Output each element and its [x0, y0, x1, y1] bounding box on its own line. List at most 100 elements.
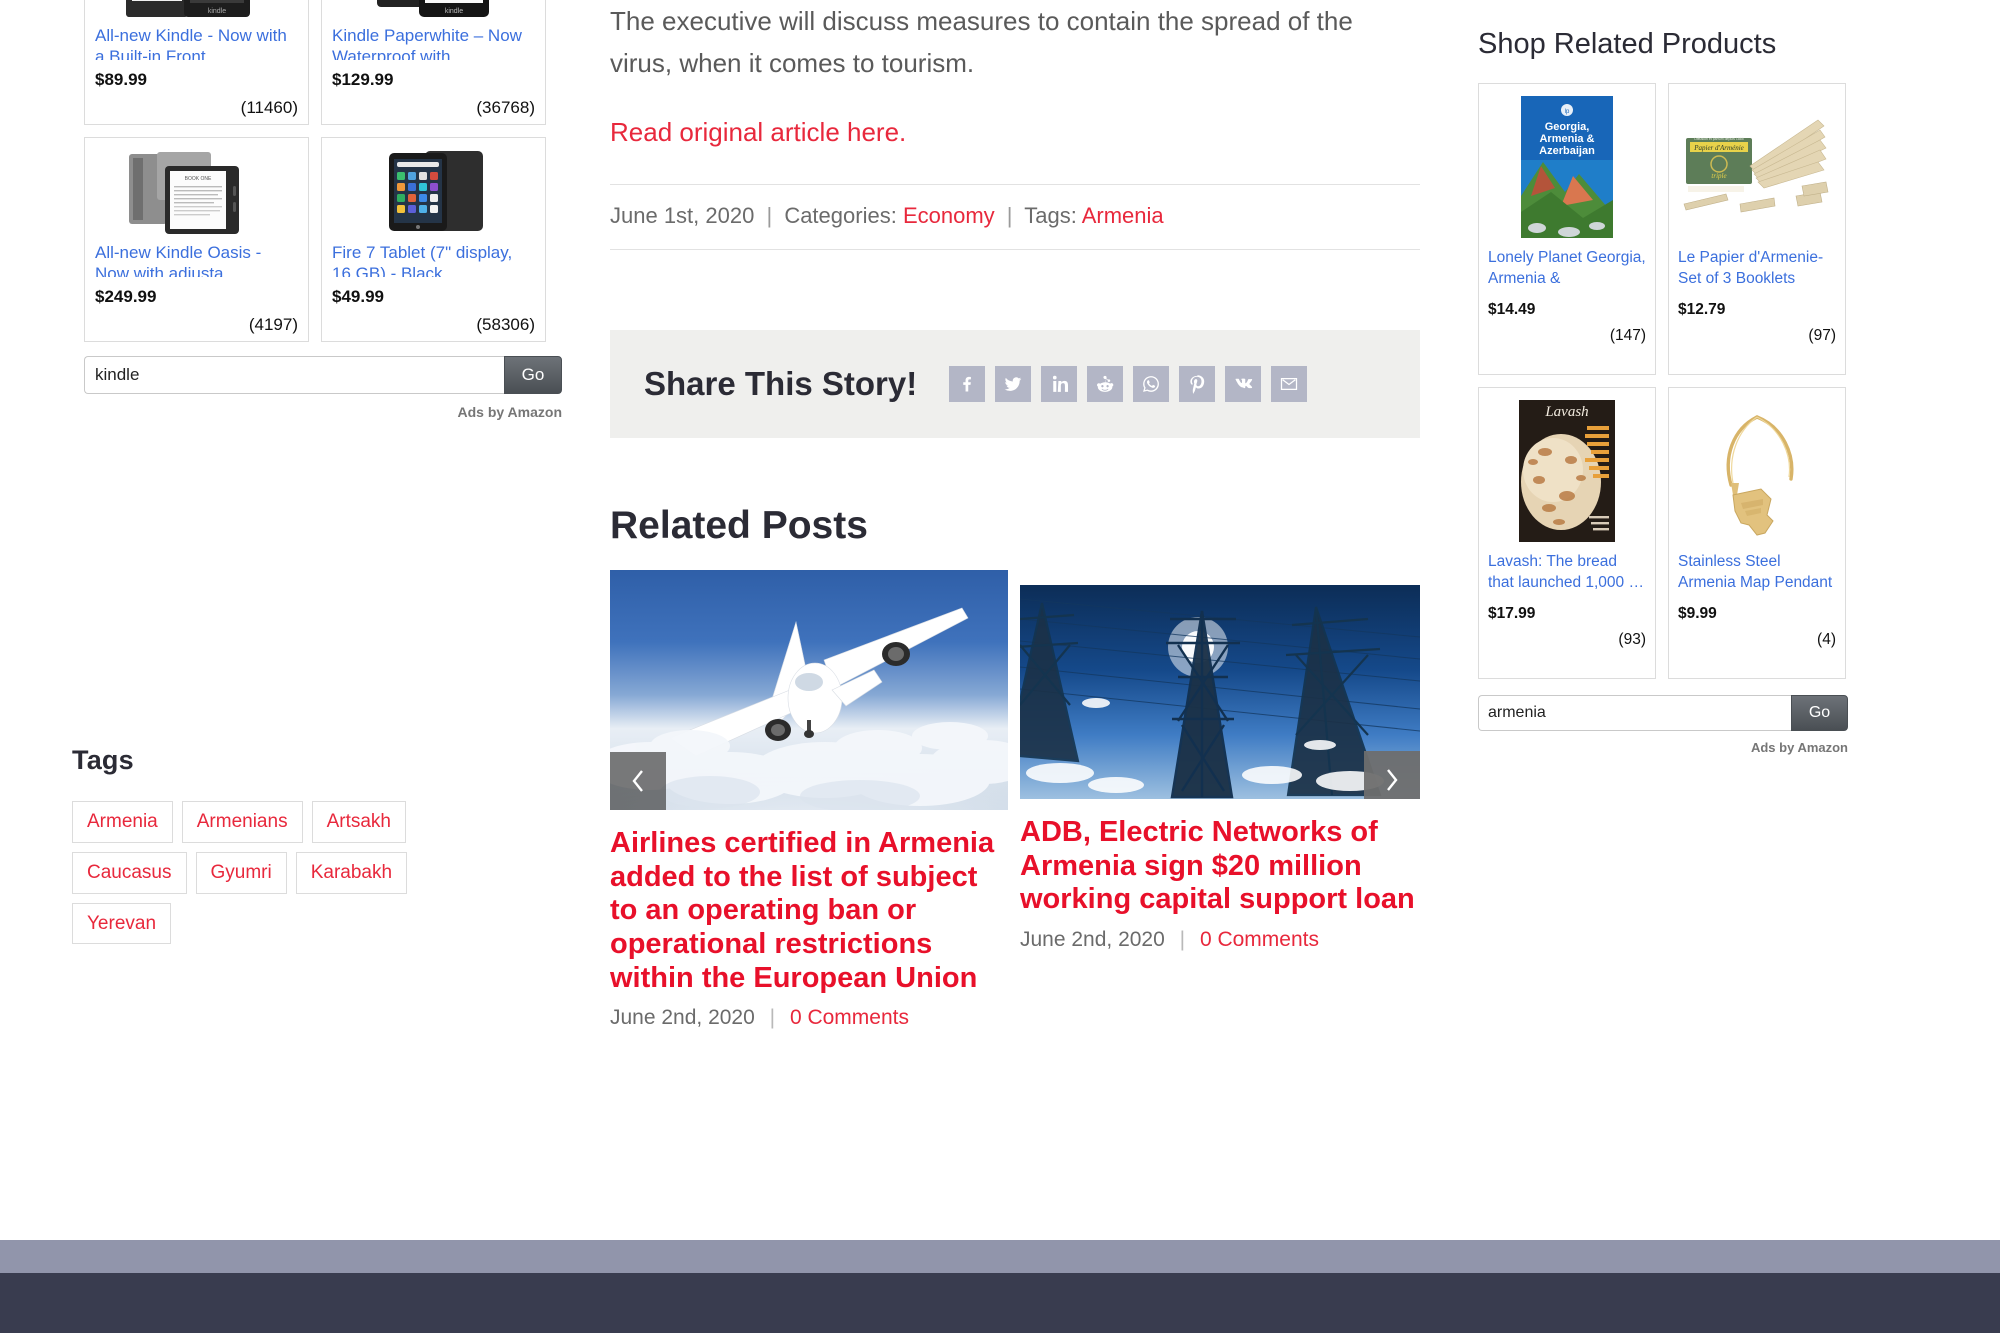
shop-product-price: $17.99 — [1488, 604, 1536, 622]
shop-product-price: $14.49 — [1488, 301, 1536, 318]
shop-product-title[interactable]: Lavash: The bread that launched 1,000 … — [1488, 552, 1646, 594]
electricity-pylons-image[interactable] — [1020, 585, 1420, 800]
shop-product-rating-count: (147) — [1609, 327, 1646, 344]
shop-product-price: $9.99 — [1678, 605, 1717, 622]
amazon-product-card[interactable]: kindle All-new Kindle - Now with a Built… — [84, 0, 309, 125]
email-icon[interactable] — [1271, 366, 1308, 403]
carousel-next-button[interactable] — [1364, 751, 1420, 800]
shop-product-card[interactable]: Stainless Steel Armenia Map Pendant Nec…… — [1668, 387, 1846, 679]
amazon-product-title[interactable]: All-new Kindle Oasis - Now with adjusta… — [95, 242, 298, 277]
shop-product-card[interactable]: Papier d'Arménie Diffusion et parfum dep… — [1668, 83, 1846, 375]
footer-light-band — [0, 1240, 2000, 1273]
shop-product-title[interactable]: Lonely Planet Georgia, Armenia & Azerbai… — [1488, 248, 1646, 290]
svg-text:kindle: kindle — [444, 8, 462, 15]
article-paragraph: The executive will discuss measures to c… — [610, 6, 1353, 79]
lavash-cookbook-image: Lavash — [1488, 396, 1646, 546]
tag-link[interactable]: Armenia — [1082, 203, 1164, 228]
tag-list: Armenia Armenians Artsakh Caucasus Gyumr… — [72, 801, 412, 945]
svg-text:triple: triple — [1711, 172, 1726, 180]
meta-separator: | — [766, 203, 773, 229]
read-original-article-link[interactable]: Read original article here. — [610, 117, 1420, 148]
tags-widget: Tags Armenia Armenians Artsakh Caucasus … — [72, 745, 512, 945]
footer-dark-band — [0, 1273, 2000, 1333]
share-this-story-box: Share This Story! — [610, 330, 1420, 439]
related-post-comments-link[interactable]: 0 Comments — [1200, 928, 1319, 951]
category-link[interactable]: Economy — [903, 203, 995, 228]
linkedin-icon[interactable] — [1041, 366, 1078, 403]
amazon-product-price: $49.99 — [332, 287, 384, 306]
svg-text:Armenia &: Armenia & — [1539, 133, 1594, 145]
tag-link[interactable]: Gyumri — [195, 851, 287, 894]
armenia-map-pendant-image — [1678, 396, 1836, 546]
carousel-prev-button[interactable] — [610, 752, 666, 811]
tag-link[interactable]: Artsakh — [311, 801, 406, 843]
related-post-date: June 2nd, 2020 — [1020, 928, 1165, 952]
amazon-product-title[interactable]: Kindle Paperwhite – Now Waterproof with … — [332, 25, 535, 60]
svg-text:Georgia,: Georgia, — [1545, 121, 1590, 133]
twitter-icon[interactable] — [995, 366, 1032, 403]
amazon-product-title[interactable]: Fire 7 Tablet (7" display, 16 GB) - Blac… — [332, 242, 535, 277]
ads-by-amazon-label: Ads by Amazon — [457, 404, 563, 420]
shop-product-card[interactable]: Lavash Lavash: The bread that launched 1… — [1478, 387, 1656, 679]
meta-separator: | — [769, 1006, 776, 1030]
reddit-icon[interactable] — [1087, 366, 1124, 403]
tag-link[interactable]: Yerevan — [72, 902, 172, 945]
whatsapp-icon[interactable] — [1133, 366, 1170, 403]
shop-search-go-button[interactable]: Go — [1791, 695, 1848, 731]
vk-icon[interactable] — [1225, 366, 1262, 403]
airplane-above-clouds-image[interactable] — [610, 570, 1008, 811]
tag-link[interactable]: Karabakh — [295, 851, 408, 894]
ads-by-amazon-label: Ads by Amazon — [1750, 740, 1848, 755]
related-post-comments-link[interactable]: 0 Comments — [790, 1006, 909, 1029]
meta-divider-bottom — [610, 249, 1420, 251]
related-post-date: June 2nd, 2020 — [610, 1006, 755, 1030]
amazon-search-go-button[interactable]: Go — [504, 356, 562, 394]
facebook-icon[interactable] — [949, 366, 986, 403]
tag-link[interactable]: Armenia — [72, 801, 173, 843]
fire-7-tablet-image — [332, 148, 535, 236]
shop-product-rating-count: (93) — [1618, 630, 1646, 648]
shop-product-rating-count: (4) — [1817, 631, 1836, 648]
post-date: June 1st, 2020 — [610, 203, 755, 229]
amazon-product-grid: kindle All-new Kindle - Now with a Built… — [84, 0, 562, 342]
amazon-product-card[interactable]: BOOK ONE All-new Kindle Oasis - Now with… — [84, 137, 309, 342]
meta-separator: | — [1179, 928, 1186, 952]
shop-product-grid: lp Georgia, Armenia & Azerbaijan Lonely … — [1478, 83, 1958, 679]
amazon-product-rating-count: (4197) — [248, 315, 298, 334]
tag-link[interactable]: Armenians — [181, 801, 303, 843]
amazon-search-input[interactable] — [84, 356, 504, 394]
shop-product-rating-count: (97) — [1808, 326, 1836, 344]
svg-text:Diffusion et parfum depuis 188: Diffusion et parfum depuis 1885 — [1694, 137, 1743, 141]
svg-text:kindle: kindle — [207, 8, 225, 15]
tags-heading: Tags — [72, 745, 134, 775]
amazon-search-bar[interactable]: Go — [84, 356, 562, 394]
svg-text:lp: lp — [1565, 109, 1570, 115]
share-title: Share This Story! — [644, 365, 918, 403]
related-post-meta: June 2nd, 2020 | 0 Comments — [1020, 928, 1420, 952]
shop-search-input[interactable] — [1478, 695, 1791, 731]
amazon-product-title[interactable]: All-new Kindle - Now with a Built-in Fro… — [95, 25, 298, 60]
shop-product-card[interactable]: lp Georgia, Armenia & Azerbaijan Lonely … — [1478, 83, 1656, 375]
kindle-oasis-image: BOOK ONE — [95, 148, 298, 236]
shop-search-bar[interactable]: Go — [1478, 695, 1848, 731]
tags-label: Tags: — [1024, 203, 1077, 229]
amazon-product-card[interactable]: Fire 7 Tablet (7" display, 16 GB) - Blac… — [321, 137, 546, 342]
shop-product-title[interactable]: Le Papier d'Armenie- Set of 3 Booklets — [1678, 248, 1836, 290]
shop-related-products-heading: Shop Related Products — [1478, 28, 1777, 60]
pinterest-icon[interactable] — [1179, 366, 1216, 403]
svg-text:Azerbaijan: Azerbaijan — [1539, 145, 1595, 157]
amazon-product-rating-count: (11460) — [240, 98, 298, 117]
related-posts-heading: Related Posts — [610, 504, 868, 548]
shop-product-price: $12.79 — [1678, 300, 1726, 318]
share-icon-list — [949, 366, 1308, 403]
related-post-item: Airlines certified in Armenia added to t… — [610, 570, 1008, 1030]
related-post-title[interactable]: ADB, Electric Networks of Armenia sign $… — [1020, 816, 1420, 917]
left-sidebar: kindle All-new Kindle - Now with a Built… — [84, 0, 562, 420]
tag-link[interactable]: Caucasus — [72, 851, 187, 894]
amazon-product-card[interactable]: kindle Kindle Paperwhite – Now Waterproo… — [321, 0, 546, 125]
related-post-title[interactable]: Airlines certified in Armenia added to t… — [610, 827, 1008, 995]
kindle-paperwhite-image: kindle — [332, 0, 535, 19]
shop-product-title[interactable]: Stainless Steel Armenia Map Pendant Nec… — [1678, 552, 1836, 594]
lonely-planet-guidebook-image: lp Georgia, Armenia & Azerbaijan — [1488, 92, 1646, 242]
related-post-item: ADB, Electric Networks of Armenia sign $… — [1020, 570, 1420, 952]
